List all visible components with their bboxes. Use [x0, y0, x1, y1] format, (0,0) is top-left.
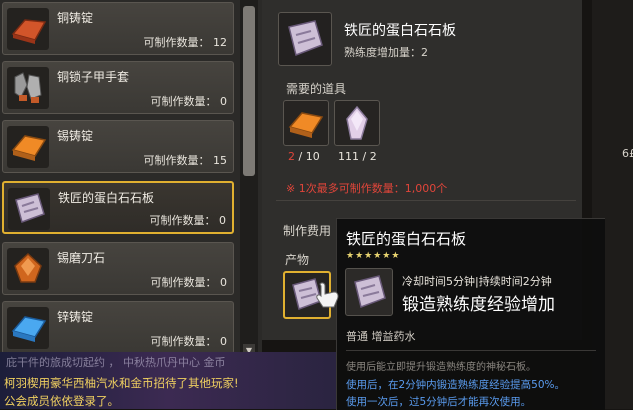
recipe-item-zinc-ingot[interactable]: 锌铸锭 可制作数量： 0: [2, 301, 234, 354]
opal-tablet-icon: [345, 268, 393, 316]
recipe-item-copper-ingot[interactable]: 铜铸锭 可制作数量： 12: [2, 2, 234, 55]
recipe-item-copper-gloves[interactable]: 铜锁子甲手套 可制作数量： 0: [2, 61, 234, 114]
pointer-hand-icon: [314, 280, 340, 310]
recipe-count: 可制作数量： 12: [143, 36, 228, 49]
recipe-count: 可制作数量： 0: [150, 95, 228, 108]
tooltip-effect-line: 使用后，在2分钟内锻造熟练度经验提高50%。: [346, 379, 566, 391]
divider: [276, 200, 576, 201]
star-rating-icon: ★★★★★★: [346, 251, 401, 261]
opal-tablet-icon: [8, 188, 50, 230]
opal-crystal-icon[interactable]: [334, 100, 380, 146]
chat-line-partial: 庇干件的旅成切起约 ， 中秋热爪丹中心 金币: [6, 356, 226, 369]
bronze-ingot-icon[interactable]: [283, 100, 329, 146]
material-count-2: 111 / 2: [338, 150, 377, 163]
gloves-icon: [7, 67, 49, 109]
recipe-item-opal-tablet[interactable]: 铁匠的蛋白石石板 可制作数量： 0: [2, 181, 234, 234]
recipe-name: 锡铸锭: [57, 129, 94, 143]
tooltip-cooldown: 冷却时间5分钟|持续时间2分钟: [402, 275, 552, 288]
tooltip-description: 使用后能立即提升锻造熟练度的神秘石板。: [346, 362, 536, 373]
recipe-count: 可制作数量： 0: [149, 214, 227, 227]
fee-label: 制作费用: [283, 224, 332, 238]
recipe-item-tin-ingot[interactable]: 锡铸锭 可制作数量： 15: [2, 120, 234, 173]
opal-tablet-icon: [278, 12, 332, 66]
copper-ingot-icon: [7, 8, 49, 50]
recipe-count: 可制作数量： 15: [143, 154, 228, 167]
recipe-name: 铜锁子甲手套: [57, 70, 130, 84]
recipe-name: 铜铸锭: [57, 11, 94, 25]
recipe-item-tin-whetstone[interactable]: 锡磨刀石 可制作数量： 0: [2, 242, 234, 295]
tooltip-title: 铁匠的蛋白石石板: [346, 230, 467, 248]
material-count-1: 2 / 10: [288, 150, 320, 163]
tooltip-effect-line: 使用一次后，过5分钟后才能再次使用。: [346, 396, 532, 408]
recipe-name: 铁匠的蛋白石石板: [58, 191, 155, 205]
needed-items-label: 需要的道具: [286, 82, 347, 96]
max-craft-note: ※ 1次最多可制作数量：1,000个: [286, 182, 448, 195]
tooltip-effect: 锻造熟练度经验增加: [402, 295, 555, 315]
scrollbar-thumb[interactable]: [243, 6, 255, 176]
side-number: 6£: [622, 147, 633, 160]
recipe-count: 可制作数量： 0: [150, 335, 228, 348]
tin-ingot-icon: [7, 126, 49, 168]
product-label: 产物: [285, 253, 310, 267]
recipe-name: 锡磨刀石: [57, 251, 106, 265]
recipe-name: 锌铸锭: [57, 310, 94, 324]
recipe-count: 可制作数量： 0: [150, 276, 228, 289]
whetstone-icon: [7, 248, 49, 290]
proficiency-gain: 熟练度增加量：2: [344, 46, 428, 59]
chat-line: 柯羽楔用豪华西柚汽水和金币招待了其他玩家!: [4, 376, 239, 390]
chat-line: 公会成员依依登录了。: [4, 394, 119, 408]
tooltip-category: 普通 增益药水: [346, 330, 416, 343]
list-scrollbar[interactable]: ▼: [240, 0, 258, 360]
tooltip-divider: [346, 350, 596, 351]
zinc-ingot-icon: [7, 307, 49, 349]
detail-title: 铁匠的蛋白石石板: [344, 23, 456, 39]
